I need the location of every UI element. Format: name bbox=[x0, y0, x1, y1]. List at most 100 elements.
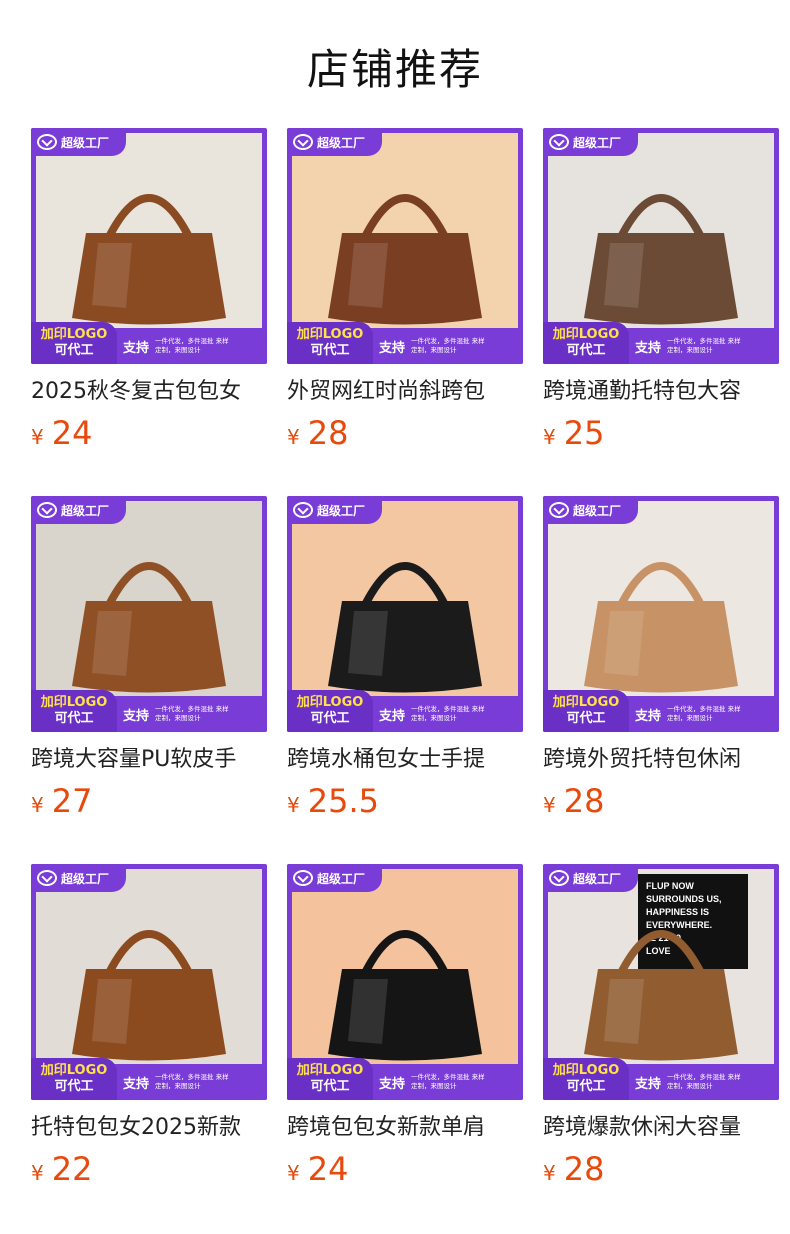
promo-strip: 加印LOGO 可代工 支持 一件代发，多件混批 来样定制，来图设计 bbox=[287, 322, 523, 364]
service-notes: 一件代发，多件混批 来样定制，来图设计 bbox=[667, 1073, 741, 1090]
logo-print-label: 加印LOGO bbox=[296, 327, 364, 342]
logo-print-label: 加印LOGO bbox=[40, 1063, 108, 1078]
poster-text: HAPPINESS IS bbox=[646, 907, 709, 917]
diamond-icon bbox=[37, 134, 57, 150]
product-card-9[interactable]: FLUP NOW SURROUNDS US, HAPPINESS IS EVERYWH… bbox=[543, 864, 779, 1232]
super-factory-badge: 超级工厂 bbox=[287, 128, 382, 156]
product-photo bbox=[548, 133, 774, 338]
price-row: ¥ 24 bbox=[287, 1150, 523, 1188]
product-name[interactable]: 跨境包包女新款单肩 bbox=[287, 1112, 523, 1144]
support-label: 支持 bbox=[123, 340, 150, 356]
badge-label: 超级工厂 bbox=[573, 871, 622, 886]
product-photo bbox=[36, 869, 262, 1074]
badge-label: 超级工厂 bbox=[61, 871, 110, 886]
promo-strip: 加印LOGO 可代工 支持 一件代发，多件混批 来样定制，来图设计 bbox=[543, 322, 779, 364]
currency-symbol: ¥ bbox=[543, 1161, 556, 1185]
service-notes: 一件代发，多件混批 来样定制，来图设计 bbox=[411, 337, 485, 354]
support-label: 支持 bbox=[379, 340, 406, 356]
product-image[interactable]: 超级工厂 加印LOGO 可代工 支持 一件代发，多件混批 来样定制，来图设计 bbox=[287, 128, 523, 364]
product-price: 28 bbox=[563, 782, 605, 820]
price-row: ¥ 28 bbox=[543, 782, 779, 820]
logo-print-block: 加印LOGO 可代工 bbox=[543, 322, 629, 364]
service-notes: 一件代发，多件混批 来样定制，来图设计 bbox=[155, 1073, 229, 1090]
logo-print-label: 加印LOGO bbox=[552, 327, 620, 342]
product-name[interactable]: 2025秋冬复古包包女 bbox=[31, 376, 267, 408]
product-card-7[interactable]: 超级工厂 加印LOGO 可代工 支持 一件代发，多件混批 来样定制，来图设计 托… bbox=[31, 864, 267, 1232]
badge-label: 超级工厂 bbox=[61, 503, 110, 518]
product-photo bbox=[292, 869, 518, 1074]
product-image[interactable]: 超级工厂 加印LOGO 可代工 支持 一件代发，多件混批 来样定制，来图设计 bbox=[287, 496, 523, 732]
super-factory-badge: 超级工厂 bbox=[31, 496, 126, 524]
product-name[interactable]: 跨境大容量PU软皮手 bbox=[31, 744, 267, 776]
service-notes: 一件代发，多件混批 来样定制，来图设计 bbox=[667, 705, 741, 722]
price-row: ¥ 27 bbox=[31, 782, 267, 820]
product-name[interactable]: 托特包包女2025新款 bbox=[31, 1112, 267, 1144]
price-row: ¥ 24 bbox=[31, 414, 267, 452]
product-image[interactable]: FLUP NOW SURROUNDS US, HAPPINESS IS EVERYWH… bbox=[543, 864, 779, 1100]
product-photo bbox=[36, 501, 262, 706]
poster-text: FLUP NOW bbox=[646, 881, 694, 891]
logo-print-block: 加印LOGO 可代工 bbox=[31, 1058, 117, 1100]
diamond-icon bbox=[293, 870, 313, 886]
logo-print-block: 加印LOGO 可代工 bbox=[287, 322, 373, 364]
product-card-1[interactable]: 超级工厂 加印LOGO 可代工 支持 一件代发，多件混批 来样定制，来图设计 2… bbox=[31, 128, 267, 496]
logo-print-label: 加印LOGO bbox=[40, 327, 108, 342]
logo-print-block: 加印LOGO 可代工 bbox=[31, 322, 117, 364]
product-image[interactable]: 超级工厂 加印LOGO 可代工 支持 一件代发，多件混批 来样定制，来图设计 bbox=[287, 864, 523, 1100]
product-card-4[interactable]: 超级工厂 加印LOGO 可代工 支持 一件代发，多件混批 来样定制，来图设计 跨… bbox=[31, 496, 267, 864]
product-name[interactable]: 跨境通勤托特包大容 bbox=[543, 376, 779, 408]
oem-label: 可代工 bbox=[54, 711, 94, 726]
oem-label: 可代工 bbox=[310, 343, 350, 358]
logo-print-label: 加印LOGO bbox=[552, 695, 620, 710]
oem-label: 可代工 bbox=[566, 1079, 606, 1094]
diamond-icon bbox=[549, 134, 569, 150]
support-label: 支持 bbox=[123, 1076, 150, 1092]
currency-symbol: ¥ bbox=[31, 425, 44, 449]
oem-label: 可代工 bbox=[310, 1079, 350, 1094]
product-photo bbox=[548, 501, 774, 706]
product-card-5[interactable]: 超级工厂 加印LOGO 可代工 支持 一件代发，多件混批 来样定制，来图设计 跨… bbox=[287, 496, 523, 864]
price-row: ¥ 28 bbox=[287, 414, 523, 452]
promo-strip: 加印LOGO 可代工 支持 一件代发，多件混批 来样定制，来图设计 bbox=[543, 1058, 779, 1100]
product-name[interactable]: 外贸网红时尚斜跨包 bbox=[287, 376, 523, 408]
product-price: 24 bbox=[307, 1150, 349, 1188]
oem-label: 可代工 bbox=[566, 711, 606, 726]
support-label: 支持 bbox=[379, 1076, 406, 1092]
page-title: 店铺推荐 bbox=[306, 45, 483, 94]
support-label: 支持 bbox=[635, 1076, 662, 1092]
support-label: 支持 bbox=[379, 708, 406, 724]
promo-strip: 加印LOGO 可代工 支持 一件代发，多件混批 来样定制，来图设计 bbox=[287, 690, 523, 732]
product-photo bbox=[36, 133, 262, 338]
product-image[interactable]: 超级工厂 加印LOGO 可代工 支持 一件代发，多件混批 来样定制，来图设计 bbox=[543, 496, 779, 732]
product-image[interactable]: 超级工厂 加印LOGO 可代工 支持 一件代发，多件混批 来样定制，来图设计 bbox=[31, 864, 267, 1100]
product-card-6[interactable]: 超级工厂 加印LOGO 可代工 支持 一件代发，多件混批 来样定制，来图设计 跨… bbox=[543, 496, 779, 864]
currency-symbol: ¥ bbox=[287, 1161, 300, 1185]
service-notes: 一件代发，多件混批 来样定制，来图设计 bbox=[155, 337, 229, 354]
badge-label: 超级工厂 bbox=[573, 503, 622, 518]
promo-strip: 加印LOGO 可代工 支持 一件代发，多件混批 来样定制，来图设计 bbox=[31, 1058, 267, 1100]
support-label: 支持 bbox=[635, 708, 662, 724]
badge-label: 超级工厂 bbox=[317, 135, 366, 150]
currency-symbol: ¥ bbox=[543, 793, 556, 817]
product-name[interactable]: 跨境爆款休闲大容量 bbox=[543, 1112, 779, 1144]
product-image[interactable]: 超级工厂 加印LOGO 可代工 支持 一件代发，多件混批 来样定制，来图设计 bbox=[543, 128, 779, 364]
currency-symbol: ¥ bbox=[543, 425, 556, 449]
product-card-8[interactable]: 超级工厂 加印LOGO 可代工 支持 一件代发，多件混批 来样定制，来图设计 跨… bbox=[287, 864, 523, 1232]
badge-label: 超级工厂 bbox=[317, 503, 366, 518]
super-factory-badge: 超级工厂 bbox=[543, 864, 638, 892]
logo-print-label: 加印LOGO bbox=[296, 1063, 364, 1078]
product-card-3[interactable]: 超级工厂 加印LOGO 可代工 支持 一件代发，多件混批 来样定制，来图设计 跨… bbox=[543, 128, 779, 496]
super-factory-badge: 超级工厂 bbox=[287, 496, 382, 524]
poster-text: LOVE bbox=[646, 946, 671, 956]
poster-text: EVERYWHERE. bbox=[646, 920, 712, 930]
logo-print-block: 加印LOGO 可代工 bbox=[31, 690, 117, 732]
product-price: 25.5 bbox=[307, 782, 379, 820]
logo-print-label: 加印LOGO bbox=[552, 1063, 620, 1078]
product-name[interactable]: 跨境水桶包女士手提 bbox=[287, 744, 523, 776]
service-notes: 一件代发，多件混批 来样定制，来图设计 bbox=[411, 1073, 485, 1090]
badge-label: 超级工厂 bbox=[573, 135, 622, 150]
product-name[interactable]: 跨境外贸托特包休闲 bbox=[543, 744, 779, 776]
product-card-2[interactable]: 超级工厂 加印LOGO 可代工 支持 一件代发，多件混批 来样定制，来图设计 外… bbox=[287, 128, 523, 496]
product-image[interactable]: 超级工厂 加印LOGO 可代工 支持 一件代发，多件混批 来样定制，来图设计 bbox=[31, 496, 267, 732]
product-image[interactable]: 超级工厂 加印LOGO 可代工 支持 一件代发，多件混批 来样定制，来图设计 bbox=[31, 128, 267, 364]
